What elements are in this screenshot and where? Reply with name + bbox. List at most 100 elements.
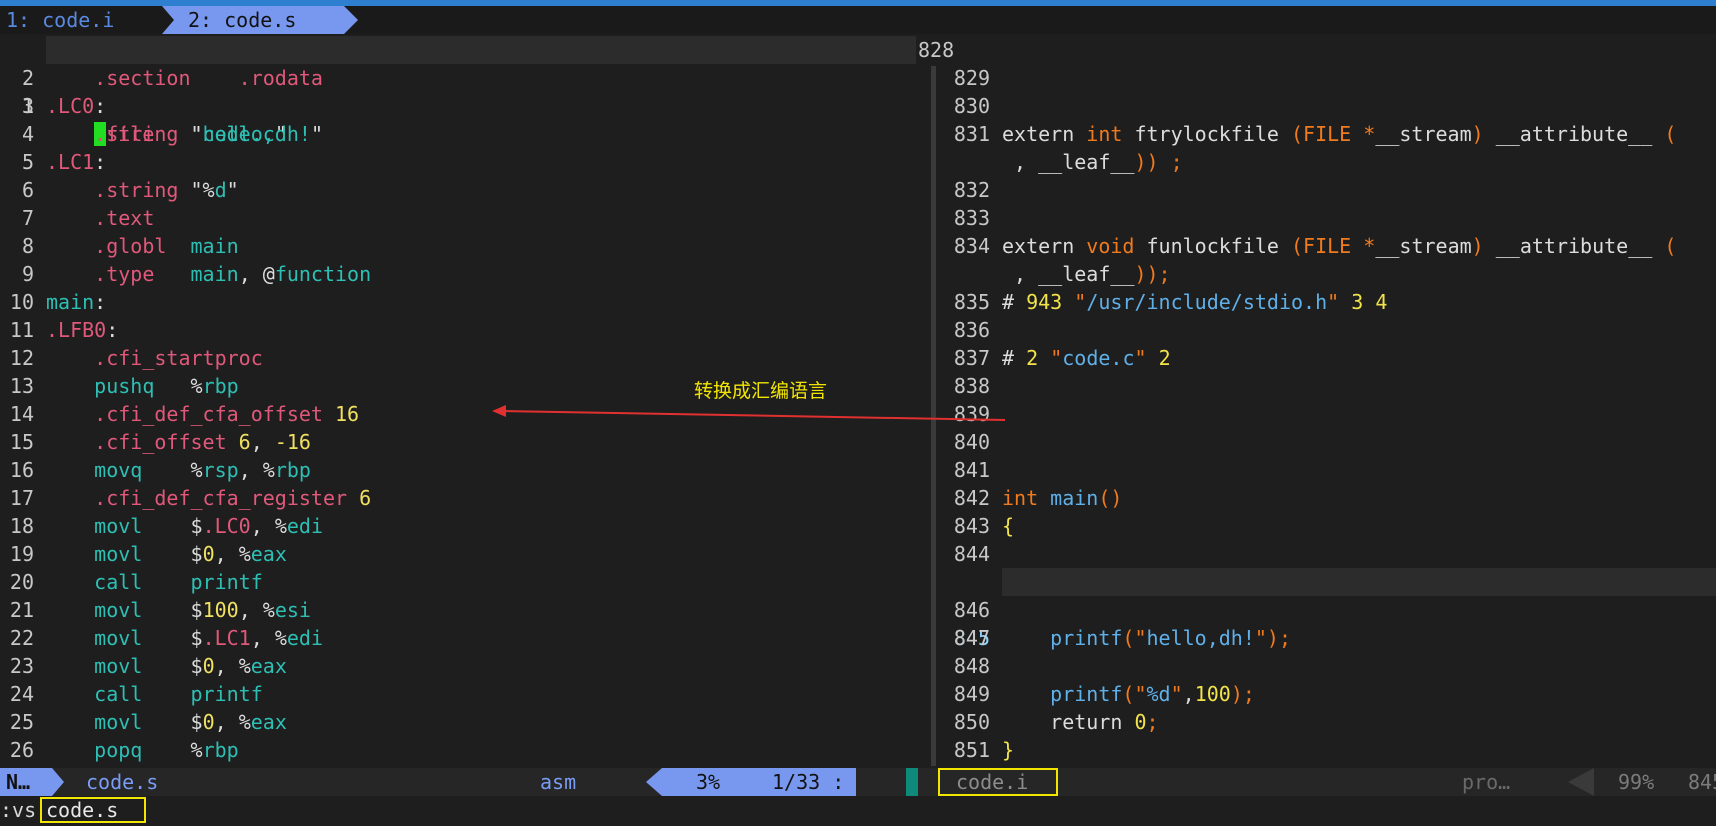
line-number: 836 bbox=[953, 318, 990, 342]
line-number: 19 bbox=[9, 542, 34, 566]
line-number: 14 bbox=[9, 402, 34, 426]
status-line: N… code.s asm 3% 1/33 : 5 code.i pro… 99… bbox=[0, 768, 1716, 796]
line-number: 837 bbox=[953, 346, 990, 370]
line-number: 10 bbox=[9, 290, 34, 314]
line-number: 15 bbox=[9, 430, 34, 454]
code-text: { bbox=[1002, 514, 1015, 538]
status-right-filetype: pro… bbox=[1462, 770, 1511, 794]
code-text: movq %rsp, %rbp bbox=[94, 458, 311, 482]
code-text: movl $0, %eax bbox=[94, 654, 287, 678]
line-number: 23 bbox=[9, 654, 34, 678]
line-number: 9 bbox=[21, 262, 34, 286]
line-number: 829 bbox=[953, 66, 990, 90]
line-number: 838 bbox=[953, 374, 990, 398]
code-text: } bbox=[1002, 738, 1015, 762]
status-right-line: 845 bbox=[1688, 770, 1716, 794]
status-filename: code.s bbox=[86, 770, 159, 794]
line-number: 11 bbox=[9, 318, 34, 342]
scroll-offset-number: 828 bbox=[918, 38, 955, 62]
line-number: 834 bbox=[953, 234, 990, 258]
code-text: movl $0, %eax bbox=[94, 542, 287, 566]
code-text: movl $0, %eax bbox=[94, 710, 287, 734]
status-right-percent: 99% bbox=[1618, 770, 1655, 794]
code-text: movl $100, %esi bbox=[94, 598, 311, 622]
code-text: .LC1: bbox=[46, 150, 107, 174]
command-prefix: :vs bbox=[0, 798, 37, 822]
line-number: 840 bbox=[953, 430, 990, 454]
current-line-highlight bbox=[1002, 568, 1716, 596]
line-number: 21 bbox=[9, 598, 34, 622]
status-indicator bbox=[906, 768, 918, 796]
line-number: 6 bbox=[21, 178, 34, 202]
line-number: 839 bbox=[953, 402, 990, 426]
line-number: 831 bbox=[953, 122, 990, 146]
code-text: , __leaf__)); bbox=[1002, 262, 1171, 286]
line-number: 2 bbox=[21, 66, 34, 90]
line-number: 842 bbox=[953, 486, 990, 510]
code-text: .cfi_def_cfa_offset 16 bbox=[94, 402, 360, 426]
code-text: int main() bbox=[1002, 486, 1123, 510]
command-argument[interactable]: code.s bbox=[40, 797, 146, 823]
code-text: return 0; bbox=[1050, 710, 1159, 734]
tab-code-s[interactable]: 2: code.s bbox=[162, 6, 358, 34]
code-text: .string "%d" bbox=[94, 178, 239, 202]
line-number: 851 bbox=[953, 738, 990, 762]
tab-line: 1: code.i 2: code.s bbox=[0, 6, 1716, 34]
line-number: 843 bbox=[953, 514, 990, 538]
line-number: 841 bbox=[953, 458, 990, 482]
code-text: .string "hello,dh!" bbox=[94, 122, 323, 146]
code-text: call printf bbox=[94, 570, 263, 594]
code-text: # 2 "code.c" 2 bbox=[1002, 346, 1171, 370]
code-text: , __leaf__)) ; bbox=[1002, 150, 1183, 174]
line-number: 17 bbox=[9, 486, 34, 510]
code-text: .cfi_def_cfa_register 6 bbox=[94, 486, 372, 510]
code-text: printf("%d",100); bbox=[1050, 682, 1255, 706]
line-number: 844 bbox=[953, 542, 990, 566]
code-text: printf("hello,dh!"); bbox=[1050, 626, 1292, 650]
line-number: 22 bbox=[9, 626, 34, 650]
line-number: 830 bbox=[953, 94, 990, 118]
code-text: extern int ftrylockfile (FILE *__stream)… bbox=[1002, 122, 1677, 146]
code-text: .type main, @function bbox=[94, 262, 372, 286]
code-text: .text bbox=[94, 206, 155, 230]
line-number: 13 bbox=[9, 374, 34, 398]
code-text: movl $.LC1, %edi bbox=[94, 626, 323, 650]
chevron-left-icon bbox=[1568, 768, 1594, 796]
code-text: .LC0: bbox=[46, 94, 107, 118]
line-number: 832 bbox=[953, 178, 990, 202]
status-position-block: 3% 1/33 : 5 bbox=[646, 768, 856, 796]
line-number: 847 bbox=[953, 626, 990, 650]
code-line: 845 printf("hello,dh!"); bbox=[936, 568, 1716, 650]
status-line-position: 1/33 : bbox=[772, 770, 845, 794]
code-line: 1 .file "code.c" bbox=[0, 36, 922, 146]
command-line[interactable]: :vs code.s bbox=[0, 796, 1716, 826]
code-text: main: bbox=[46, 290, 107, 314]
code-text: pushq %rbp bbox=[94, 374, 239, 398]
status-percent: 3% bbox=[696, 770, 721, 794]
tab-code-i[interactable]: 1: code.i bbox=[0, 6, 160, 34]
status-column: 5 bbox=[878, 770, 891, 794]
editor-pane-right[interactable]: 829 830 831 extern int ftrylockfile (FILE… bbox=[936, 64, 1716, 768]
code-text: .cfi_startproc bbox=[94, 346, 263, 370]
annotation-label: 转换成汇编语言 bbox=[694, 380, 828, 402]
current-line-highlight bbox=[46, 36, 916, 64]
line-number: 16 bbox=[9, 458, 34, 482]
code-text: movl $.LC0, %edi bbox=[94, 514, 323, 538]
line-number: 8 bbox=[21, 234, 34, 258]
line-number: 26 bbox=[9, 738, 34, 762]
code-text: .cfi_offset 6, -16 bbox=[94, 430, 311, 454]
line-number: 833 bbox=[953, 206, 990, 230]
code-text: .section .rodata bbox=[94, 66, 323, 90]
code-text: extern void funlockfile (FILE *__stream)… bbox=[1002, 234, 1677, 258]
code-text: # 943 "/usr/include/stdio.h" 3 4 bbox=[1002, 290, 1388, 314]
code-text: popq %rbp bbox=[94, 738, 239, 762]
line-number: 835 bbox=[953, 290, 990, 314]
mode-indicator: N… bbox=[0, 768, 64, 796]
line-number: 846 bbox=[953, 598, 990, 622]
line-number: 848 bbox=[953, 654, 990, 678]
line-number: 12 bbox=[9, 346, 34, 370]
line-number: 850 bbox=[953, 710, 990, 734]
line-number: 3 bbox=[21, 94, 34, 118]
code-text: call printf bbox=[94, 682, 263, 706]
code-text: .LFB0: bbox=[46, 318, 119, 342]
